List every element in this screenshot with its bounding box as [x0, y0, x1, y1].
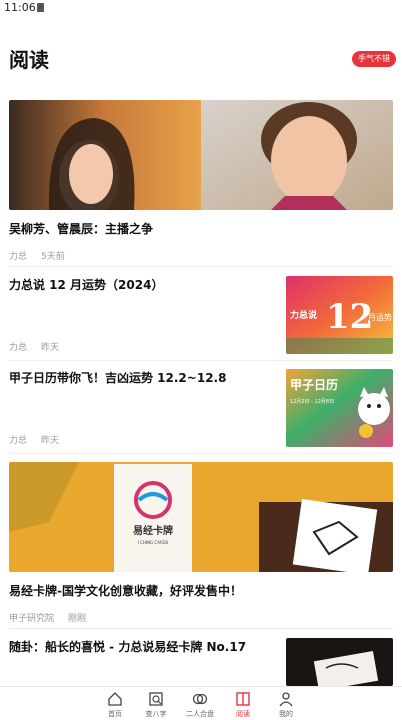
tab-label: 我的	[279, 710, 293, 718]
article-cover-image[interactable]: 易经卡牌 I CHING CARDS	[9, 462, 393, 572]
article-time: 5天前	[41, 252, 65, 262]
home-icon	[108, 692, 122, 706]
tab-label: 查八字	[145, 710, 167, 718]
divider	[9, 360, 393, 361]
divider	[9, 266, 393, 267]
article-title[interactable]: 甲子日历带你飞！吉凶运势 12.2~12.8	[9, 370, 279, 386]
card-title: 易经卡牌	[133, 524, 173, 537]
article-thumbnail[interactable]: 甲子日历 12月2日 - 12月8日	[286, 369, 393, 447]
article-title[interactable]: 力总说 12 月运势（2024）	[9, 277, 269, 293]
tab-compatibility[interactable]: 二人合盘	[180, 689, 220, 719]
status-bar: 11:06	[0, 0, 402, 16]
thumb-suffix: 月运势	[368, 312, 392, 322]
card-subtitle: I CHING CARDS	[138, 540, 169, 545]
article-cover-image[interactable]	[9, 100, 393, 210]
article-time: 刚刚	[68, 614, 87, 624]
article-thumbnail[interactable]	[286, 638, 393, 686]
article-meta: 甲子研究院 刚刚	[9, 611, 86, 624]
divider	[9, 453, 393, 454]
article-title[interactable]: 吴柳芳、管晨辰：主播之争	[9, 221, 153, 237]
thumb-date-range: 12月2日 - 12月8日	[290, 399, 334, 405]
bottom-tab-bar: 首页 查八字 二人合盘 阅读 我的	[0, 686, 402, 720]
page-header: 阅读 手气不错	[0, 40, 402, 76]
person-icon	[279, 692, 293, 707]
tab-profile[interactable]: 我的	[266, 689, 306, 719]
tab-reading[interactable]: 阅读	[223, 689, 263, 719]
thumb-brand: 力总说	[290, 309, 317, 321]
book-icon	[236, 692, 250, 706]
tab-home[interactable]: 首页	[95, 689, 135, 719]
article-author: 力总	[9, 436, 28, 446]
article-thumbnail[interactable]: 力总说 12 月运势	[286, 276, 393, 354]
article-time: 昨天	[41, 343, 60, 353]
sim-card-icon	[37, 3, 44, 12]
tab-label: 首页	[108, 710, 122, 718]
tab-label: 阅读	[236, 710, 250, 718]
article-author: 力总	[9, 343, 28, 353]
article-meta: 力总 昨天	[9, 340, 59, 353]
thumb-number: 12	[326, 297, 373, 337]
tab-label: 二人合盘	[186, 710, 214, 718]
article-time: 昨天	[41, 436, 60, 446]
article-title[interactable]: 易经卡牌-国学文化创意收藏，好评发售中！	[9, 583, 242, 599]
status-time: 11:06	[4, 1, 36, 14]
divider	[9, 628, 393, 629]
article-title[interactable]: 随卦：船长的喜悦 - 力总说易经卡牌 No.17	[9, 639, 279, 655]
page-title: 阅读	[9, 48, 49, 72]
tab-bazi[interactable]: 查八字	[136, 689, 176, 719]
search-doc-icon	[149, 692, 163, 706]
rings-icon	[192, 693, 208, 705]
article-author: 甲子研究院	[9, 614, 55, 624]
article-meta: 力总 昨天	[9, 433, 59, 446]
thumb-brand: 甲子日历	[290, 378, 338, 392]
article-author: 力总	[9, 252, 28, 262]
lucky-button[interactable]: 手气不错	[352, 51, 396, 67]
article-meta: 力总 5天前	[9, 249, 65, 262]
